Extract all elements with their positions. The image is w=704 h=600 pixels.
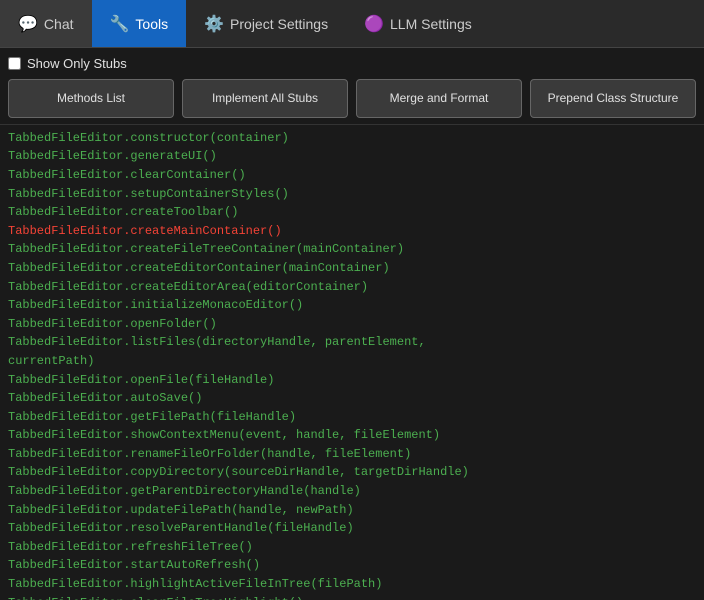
method-line[interactable]: TabbedFileEditor.renameFileOrFolder(hand… bbox=[8, 445, 696, 464]
nav-bar: 💬 Chat 🔧 Tools ⚙️ Project Settings 🟣 LLM Settin… bbox=[0, 0, 704, 48]
method-line[interactable]: TabbedFileEditor.openFile(fileHandle) bbox=[8, 371, 696, 390]
method-line[interactable]: TabbedFileEditor.setupContainerStyles() bbox=[8, 185, 696, 204]
show-stubs-row: Show Only Stubs bbox=[8, 56, 696, 71]
toolbar: Show Only Stubs Methods ListImplement Al… bbox=[0, 48, 704, 125]
nav-item-chat[interactable]: 💬 Chat bbox=[0, 0, 92, 47]
show-stubs-checkbox[interactable] bbox=[8, 57, 21, 70]
chat-label: Chat bbox=[44, 16, 74, 32]
method-line[interactable]: TabbedFileEditor.getFilePath(fileHandle) bbox=[8, 408, 696, 427]
tool-button-merge-and-format[interactable]: Merge and Format bbox=[356, 79, 522, 118]
main-content: Show Only Stubs Methods ListImplement Al… bbox=[0, 48, 704, 600]
method-line[interactable]: TabbedFileEditor.constructor(container) bbox=[8, 129, 696, 148]
method-line[interactable]: TabbedFileEditor.createFileTreeContainer… bbox=[8, 240, 696, 259]
method-line[interactable]: TabbedFileEditor.highlightActiveFileInTr… bbox=[8, 575, 696, 594]
tool-button-methods-list[interactable]: Methods List bbox=[8, 79, 174, 118]
methods-area[interactable]: TabbedFileEditor.constructor(container)T… bbox=[0, 125, 704, 600]
method-line[interactable]: TabbedFileEditor.initializeMonacoEditor(… bbox=[8, 296, 696, 315]
method-line[interactable]: TabbedFileEditor.refreshFileTree() bbox=[8, 538, 696, 557]
tool-button-prepend-class-structure[interactable]: Prepend Class Structure bbox=[530, 79, 696, 118]
method-line[interactable]: TabbedFileEditor.copyDirectory(sourceDir… bbox=[8, 463, 696, 482]
nav-item-tools[interactable]: 🔧 Tools bbox=[92, 0, 187, 47]
method-line[interactable]: TabbedFileEditor.openFolder() bbox=[8, 315, 696, 334]
tools-label: Tools bbox=[135, 16, 168, 32]
method-line[interactable]: TabbedFileEditor.updateFilePath(handle, … bbox=[8, 501, 696, 520]
method-line[interactable]: TabbedFileEditor.startAutoRefresh() bbox=[8, 556, 696, 575]
nav-item-project-settings[interactable]: ⚙️ Project Settings bbox=[186, 0, 346, 47]
project-settings-icon: ⚙️ bbox=[204, 14, 224, 34]
method-line[interactable]: TabbedFileEditor.createEditorContainer(m… bbox=[8, 259, 696, 278]
llm-settings-icon: 🟣 bbox=[364, 14, 384, 34]
method-line[interactable]: TabbedFileEditor.autoSave() bbox=[8, 389, 696, 408]
show-stubs-label: Show Only Stubs bbox=[27, 56, 127, 71]
method-line[interactable]: TabbedFileEditor.createMainContainer() bbox=[8, 222, 696, 241]
buttons-row: Methods ListImplement All StubsMerge and… bbox=[8, 79, 696, 118]
tool-button-implement-all-stubs[interactable]: Implement All Stubs bbox=[182, 79, 348, 118]
method-line[interactable]: TabbedFileEditor.showContextMenu(event, … bbox=[8, 426, 696, 445]
nav-item-llm-settings[interactable]: 🟣 LLM Settings bbox=[346, 0, 490, 47]
method-line[interactable]: TabbedFileEditor.listFiles(directoryHand… bbox=[8, 333, 696, 352]
llm-settings-label: LLM Settings bbox=[390, 16, 472, 32]
method-line[interactable]: TabbedFileEditor.createEditorArea(editor… bbox=[8, 278, 696, 297]
tools-icon: 🔧 bbox=[110, 14, 130, 34]
method-line[interactable]: TabbedFileEditor.createToolbar() bbox=[8, 203, 696, 222]
chat-icon: 💬 bbox=[18, 14, 38, 34]
project-settings-label: Project Settings bbox=[230, 16, 328, 32]
method-line[interactable]: TabbedFileEditor.resolveParentHandle(fil… bbox=[8, 519, 696, 538]
method-line[interactable]: TabbedFileEditor.getParentDirectoryHandl… bbox=[8, 482, 696, 501]
method-line[interactable]: TabbedFileEditor.generateUI() bbox=[8, 147, 696, 166]
method-line[interactable]: TabbedFileEditor.clearFileTreeHighlight(… bbox=[8, 594, 696, 600]
method-line[interactable]: TabbedFileEditor.clearContainer() bbox=[8, 166, 696, 185]
method-line[interactable]: currentPath) bbox=[8, 352, 696, 371]
